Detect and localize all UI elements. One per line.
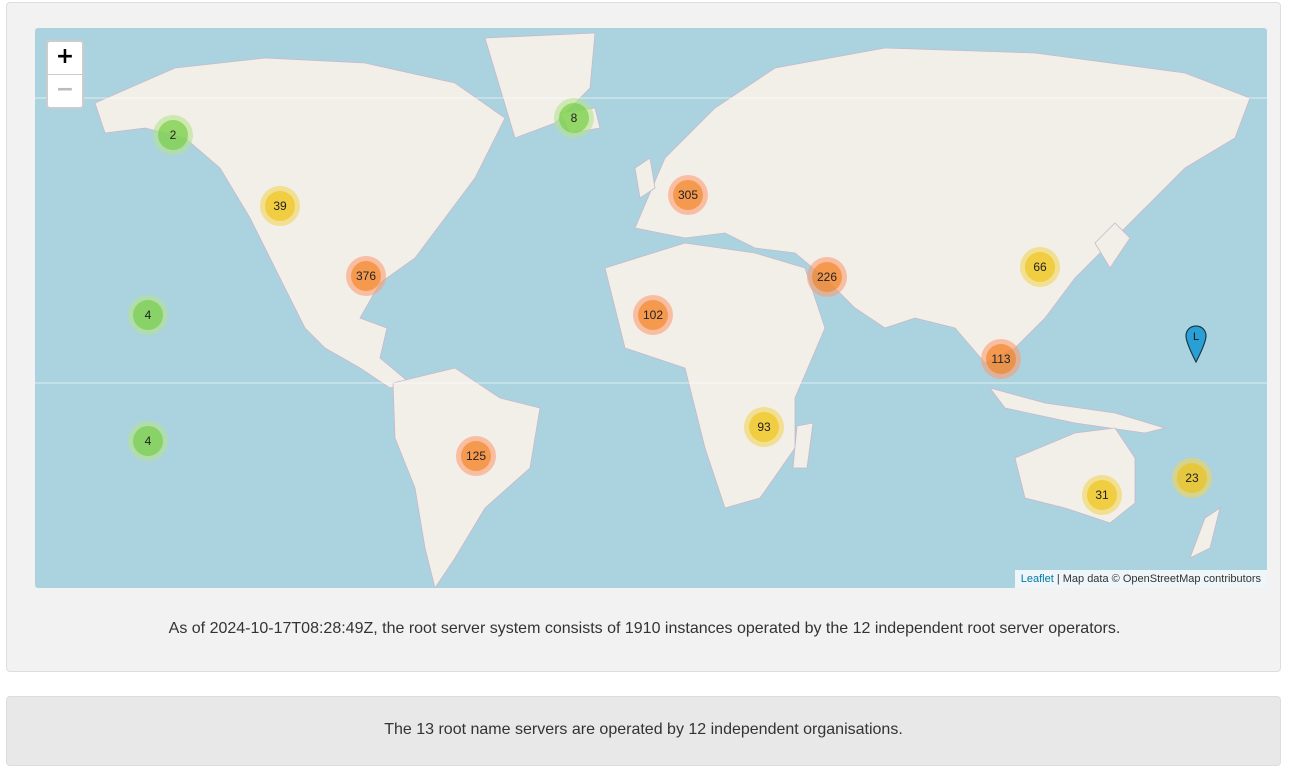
cluster-marker-iceland[interactable]: 8 bbox=[554, 98, 594, 138]
cluster-count: 102 bbox=[638, 300, 668, 330]
cluster-count: 113 bbox=[986, 344, 1016, 374]
zoom-out-button[interactable]: − bbox=[48, 74, 82, 107]
cluster-marker-east-asia[interactable]: 66 bbox=[1020, 247, 1060, 287]
operators-panel: The 13 root name servers are operated by… bbox=[6, 696, 1281, 766]
zoom-in-button[interactable]: + bbox=[48, 42, 82, 74]
operators-note: The 13 root name servers are operated by… bbox=[384, 721, 903, 738]
cluster-count: 93 bbox=[749, 412, 779, 442]
cluster-count: 125 bbox=[461, 441, 491, 471]
cluster-marker-southeast-asia[interactable]: 113 bbox=[981, 339, 1021, 379]
cluster-marker-australia[interactable]: 31 bbox=[1082, 475, 1122, 515]
zoom-control: + − bbox=[46, 40, 84, 109]
map-pin-marker[interactable]: L bbox=[1185, 325, 1207, 368]
cluster-count: 31 bbox=[1087, 480, 1117, 510]
world-map[interactable]: + − 2 8 39 305 376 226 66 4 102 113 4 93… bbox=[35, 28, 1267, 588]
cluster-marker-europe[interactable]: 305 bbox=[668, 175, 708, 215]
cluster-count: 226 bbox=[812, 262, 842, 292]
cluster-count: 66 bbox=[1025, 252, 1055, 282]
map-pin-icon: L bbox=[1185, 325, 1207, 364]
cluster-count: 2 bbox=[158, 120, 188, 150]
cluster-count: 4 bbox=[133, 426, 163, 456]
cluster-marker-west-africa[interactable]: 102 bbox=[633, 295, 673, 335]
cluster-marker-western-canada[interactable]: 39 bbox=[260, 186, 300, 226]
cluster-count: 39 bbox=[265, 191, 295, 221]
map-attribution: Leaflet | Map data © OpenStreetMap contr… bbox=[1014, 570, 1267, 588]
cluster-marker-east-africa[interactable]: 93 bbox=[744, 407, 784, 447]
attribution-text: | Map data © OpenStreetMap contributors bbox=[1053, 573, 1261, 585]
pin-label: L bbox=[1193, 331, 1199, 343]
cluster-marker-usa[interactable]: 376 bbox=[346, 256, 386, 296]
cluster-marker-pacific-north[interactable]: 4 bbox=[128, 295, 168, 335]
leaflet-link[interactable]: Leaflet bbox=[1021, 573, 1054, 585]
cluster-count: 305 bbox=[673, 180, 703, 210]
map-panel: + − 2 8 39 305 376 226 66 4 102 113 4 93… bbox=[6, 2, 1281, 672]
instance-summary: As of 2024-10-17T08:28:49Z, the root ser… bbox=[168, 620, 1121, 637]
cluster-marker-alaska[interactable]: 2 bbox=[153, 115, 193, 155]
cluster-marker-south-america[interactable]: 125 bbox=[456, 436, 496, 476]
cluster-count: 23 bbox=[1177, 463, 1207, 493]
cluster-count: 376 bbox=[351, 261, 381, 291]
cluster-count: 4 bbox=[133, 300, 163, 330]
cluster-marker-middle-east[interactable]: 226 bbox=[807, 257, 847, 297]
cluster-count: 8 bbox=[559, 103, 589, 133]
cluster-marker-pacific-south[interactable]: 4 bbox=[128, 421, 168, 461]
cluster-marker-new-zealand[interactable]: 23 bbox=[1172, 458, 1212, 498]
